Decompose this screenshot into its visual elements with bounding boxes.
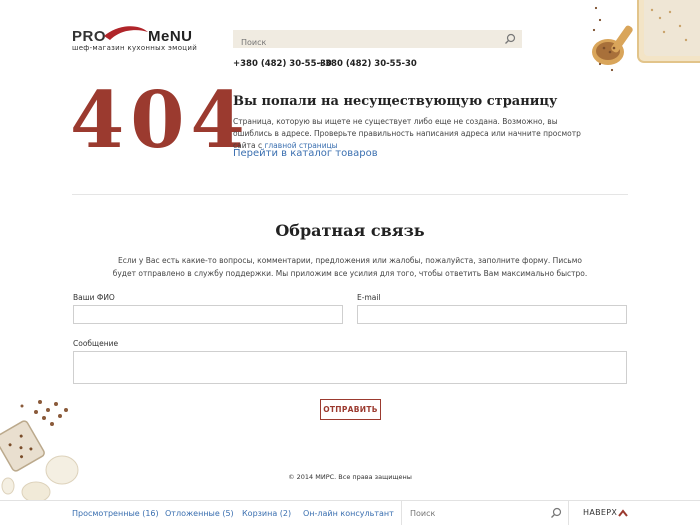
submit-button[interactable]: ОТПРАВИТЬ	[320, 399, 381, 420]
chevron-up-icon[interactable]	[618, 509, 628, 517]
consultant-link[interactable]: Он-лайн консультант	[303, 509, 394, 518]
back-to-top-label[interactable]: НАВЕРХ	[583, 508, 617, 517]
search-icon[interactable]	[504, 33, 516, 45]
error-description: Страница, которую вы ищете не существует…	[233, 116, 593, 152]
bottom-search-input[interactable]	[402, 501, 568, 526]
bottom-search-box	[401, 501, 569, 526]
phone-number-2[interactable]: +380 (482) 30-55-30	[318, 59, 417, 69]
search-box	[233, 30, 522, 52]
logo-text-pro: PRO	[72, 28, 107, 45]
email-field[interactable]	[358, 310, 626, 327]
deferred-link[interactable]: Отложенные (5)	[165, 509, 234, 518]
feedback-title: Обратная связь	[275, 221, 425, 240]
viewed-link[interactable]: Просмотренные (16)	[72, 509, 159, 518]
catalog-link[interactable]: Перейти в каталог товаров	[233, 148, 378, 159]
logo-tagline: шеф-магазин кухонных эмоций	[72, 44, 198, 52]
copyright: © 2014 МИРС. Все права защищены	[288, 473, 412, 481]
divider	[72, 194, 628, 195]
email-field-box	[357, 305, 627, 327]
message-field-box	[73, 351, 627, 384]
spices-decoration-top	[590, 0, 700, 80]
error-title: Вы попали на несуществующую страницу	[233, 94, 558, 109]
spices-decoration-bottom	[0, 390, 85, 503]
error-code: 404	[70, 75, 251, 166]
logo-swoosh-icon	[104, 26, 148, 40]
feedback-intro: Если у Вас есть какие-то вопросы, коммен…	[112, 256, 588, 278]
search-input[interactable]	[233, 33, 522, 52]
logo-text-menu: MeNU	[148, 28, 193, 45]
email-label: E-mail	[357, 293, 381, 302]
search-icon[interactable]	[550, 507, 562, 519]
name-field[interactable]	[74, 310, 342, 327]
message-field[interactable]	[74, 352, 626, 383]
message-label: Сообщение	[73, 339, 119, 348]
cart-link[interactable]: Корзина (2)	[242, 509, 291, 518]
name-field-box	[73, 305, 343, 327]
name-label: Ваши ФИО	[73, 293, 115, 302]
bottom-bar: Просмотренные (16) Отложенные (5) Корзин…	[0, 500, 700, 526]
